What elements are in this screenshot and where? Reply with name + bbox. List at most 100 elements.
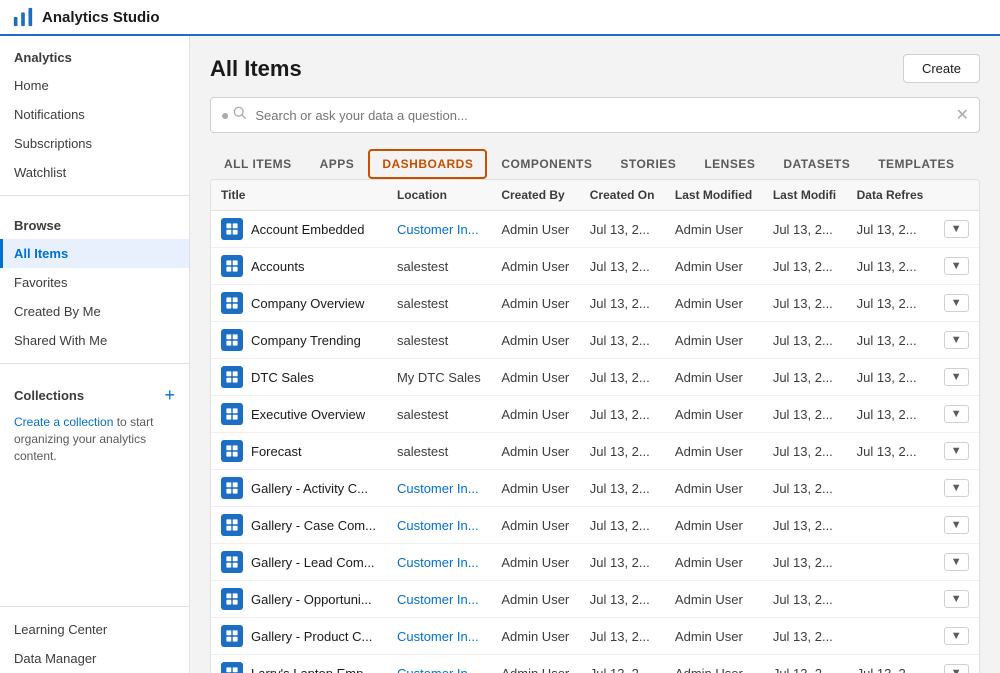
- cell-last-modified-date: Jul 13, 2...: [763, 470, 847, 507]
- collections-add-button[interactable]: +: [164, 386, 175, 404]
- cell-action: ▼: [934, 618, 979, 655]
- dashboard-icon: [221, 403, 243, 425]
- location-link: salestest: [397, 296, 448, 311]
- col-created-by: Created By: [491, 180, 579, 211]
- item-title[interactable]: Gallery - Product C...: [251, 629, 372, 644]
- item-title[interactable]: Executive Overview: [251, 407, 365, 422]
- row-action-dropdown[interactable]: ▼: [944, 553, 969, 571]
- item-title[interactable]: Company Trending: [251, 333, 361, 348]
- item-title[interactable]: Larry's Laptop Emp...: [251, 666, 374, 673]
- sidebar-item-notifications[interactable]: Notifications: [0, 100, 189, 129]
- row-action-dropdown[interactable]: ▼: [944, 405, 969, 423]
- tab-all-items[interactable]: ALL ITEMS: [210, 149, 306, 179]
- create-button[interactable]: Create: [903, 54, 980, 83]
- cell-location: salestest: [387, 248, 491, 285]
- cell-created-by: Admin User: [491, 507, 579, 544]
- sidebar-item-subscriptions[interactable]: Subscriptions: [0, 129, 189, 158]
- search-input[interactable]: [255, 108, 947, 123]
- row-action-dropdown[interactable]: ▼: [944, 664, 969, 673]
- search-clear-icon[interactable]: ✕: [956, 105, 969, 125]
- dashboard-icon: [221, 551, 243, 573]
- cell-last-modified-date: Jul 13, 2...: [763, 433, 847, 470]
- cell-action: ▼: [934, 396, 979, 433]
- cell-created-by: Admin User: [491, 396, 579, 433]
- location-link[interactable]: Customer In...: [397, 666, 479, 673]
- cell-created-on: Jul 13, 2...: [580, 285, 665, 322]
- sidebar-item-learning-center[interactable]: Learning Center: [0, 615, 189, 644]
- cell-created-on: Jul 13, 2...: [580, 618, 665, 655]
- cell-last-modified-date: Jul 13, 2...: [763, 285, 847, 322]
- cell-created-on: Jul 13, 2...: [580, 544, 665, 581]
- cell-last-modified-user: Admin User: [665, 211, 763, 248]
- sidebar-item-watchlist[interactable]: Watchlist: [0, 158, 189, 187]
- item-title[interactable]: Forecast: [251, 444, 302, 459]
- cell-location: Customer In...: [387, 581, 491, 618]
- cell-last-modified-user: Admin User: [665, 470, 763, 507]
- location-link[interactable]: Customer In...: [397, 555, 479, 570]
- item-title[interactable]: Gallery - Opportuni...: [251, 592, 372, 607]
- col-location: Location: [387, 180, 491, 211]
- location-link[interactable]: Customer In...: [397, 518, 479, 533]
- row-action-dropdown[interactable]: ▼: [944, 479, 969, 497]
- row-action-dropdown[interactable]: ▼: [944, 590, 969, 608]
- row-action-dropdown[interactable]: ▼: [944, 257, 969, 275]
- dashboard-icon: [221, 588, 243, 610]
- table-row: Gallery - Product C... Customer In... Ad…: [211, 618, 979, 655]
- search-icon: ●: [221, 107, 247, 123]
- row-action-dropdown[interactable]: ▼: [944, 627, 969, 645]
- row-action-dropdown[interactable]: ▼: [944, 220, 969, 238]
- row-action-dropdown[interactable]: ▼: [944, 294, 969, 312]
- location-link[interactable]: Customer In...: [397, 592, 479, 607]
- cell-created-by: Admin User: [491, 618, 579, 655]
- tab-apps[interactable]: APPS: [306, 149, 369, 179]
- location-link[interactable]: Customer In...: [397, 222, 479, 237]
- item-title[interactable]: Account Embedded: [251, 222, 364, 237]
- item-title[interactable]: Accounts: [251, 259, 304, 274]
- item-title[interactable]: Gallery - Activity C...: [251, 481, 368, 496]
- cell-created-on: Jul 13, 2...: [580, 507, 665, 544]
- dashboard-icon: [221, 625, 243, 647]
- create-collection-link[interactable]: Create a collection: [14, 415, 113, 429]
- cell-last-modified-date: Jul 13, 2...: [763, 211, 847, 248]
- cell-title: Accounts: [211, 248, 387, 285]
- table-row: Executive Overview salestest Admin User …: [211, 396, 979, 433]
- cell-data-refresh: [847, 544, 934, 581]
- location-link[interactable]: Customer In...: [397, 481, 479, 496]
- cell-location: salestest: [387, 322, 491, 359]
- row-action-dropdown[interactable]: ▼: [944, 442, 969, 460]
- browse-section-title: Browse: [0, 204, 189, 239]
- sidebar-item-shared-with-me[interactable]: Shared With Me: [0, 326, 189, 355]
- page-title: All Items: [210, 56, 302, 82]
- item-title[interactable]: Company Overview: [251, 296, 364, 311]
- row-action-dropdown[interactable]: ▼: [944, 368, 969, 386]
- tab-templates[interactable]: TEMPLATES: [864, 149, 968, 179]
- table-row: Company Overview salestest Admin User Ju…: [211, 285, 979, 322]
- tab-components[interactable]: COMPONENTS: [487, 149, 606, 179]
- location-link[interactable]: Customer In...: [397, 629, 479, 644]
- item-title[interactable]: DTC Sales: [251, 370, 314, 385]
- sidebar: Analytics Home Notifications Subscriptio…: [0, 36, 190, 673]
- location-link: salestest: [397, 444, 448, 459]
- sidebar-item-created-by-me[interactable]: Created By Me: [0, 297, 189, 326]
- cell-action: ▼: [934, 544, 979, 581]
- dashboard-icon: [221, 255, 243, 277]
- cell-data-refresh: [847, 507, 934, 544]
- sidebar-item-favorites[interactable]: Favorites: [0, 268, 189, 297]
- table-row: Accounts salestest Admin User Jul 13, 2.…: [211, 248, 979, 285]
- item-title[interactable]: Gallery - Lead Com...: [251, 555, 375, 570]
- cell-location: Customer In...: [387, 655, 491, 673]
- sidebar-item-home[interactable]: Home: [0, 71, 189, 100]
- tab-dashboards[interactable]: DASHBOARDS: [368, 149, 487, 179]
- tab-lenses[interactable]: LENSES: [690, 149, 769, 179]
- cell-created-by: Admin User: [491, 248, 579, 285]
- sidebar-divider-2: [0, 363, 189, 364]
- sidebar-item-all-items[interactable]: All Items: [0, 239, 189, 268]
- row-action-dropdown[interactable]: ▼: [944, 516, 969, 534]
- sidebar-item-data-manager[interactable]: Data Manager: [0, 644, 189, 673]
- table-row: Gallery - Case Com... Customer In... Adm…: [211, 507, 979, 544]
- tab-stories[interactable]: STORIES: [606, 149, 690, 179]
- row-action-dropdown[interactable]: ▼: [944, 331, 969, 349]
- dashboard-icon: [221, 218, 243, 240]
- tab-datasets[interactable]: DATASETS: [769, 149, 864, 179]
- item-title[interactable]: Gallery - Case Com...: [251, 518, 376, 533]
